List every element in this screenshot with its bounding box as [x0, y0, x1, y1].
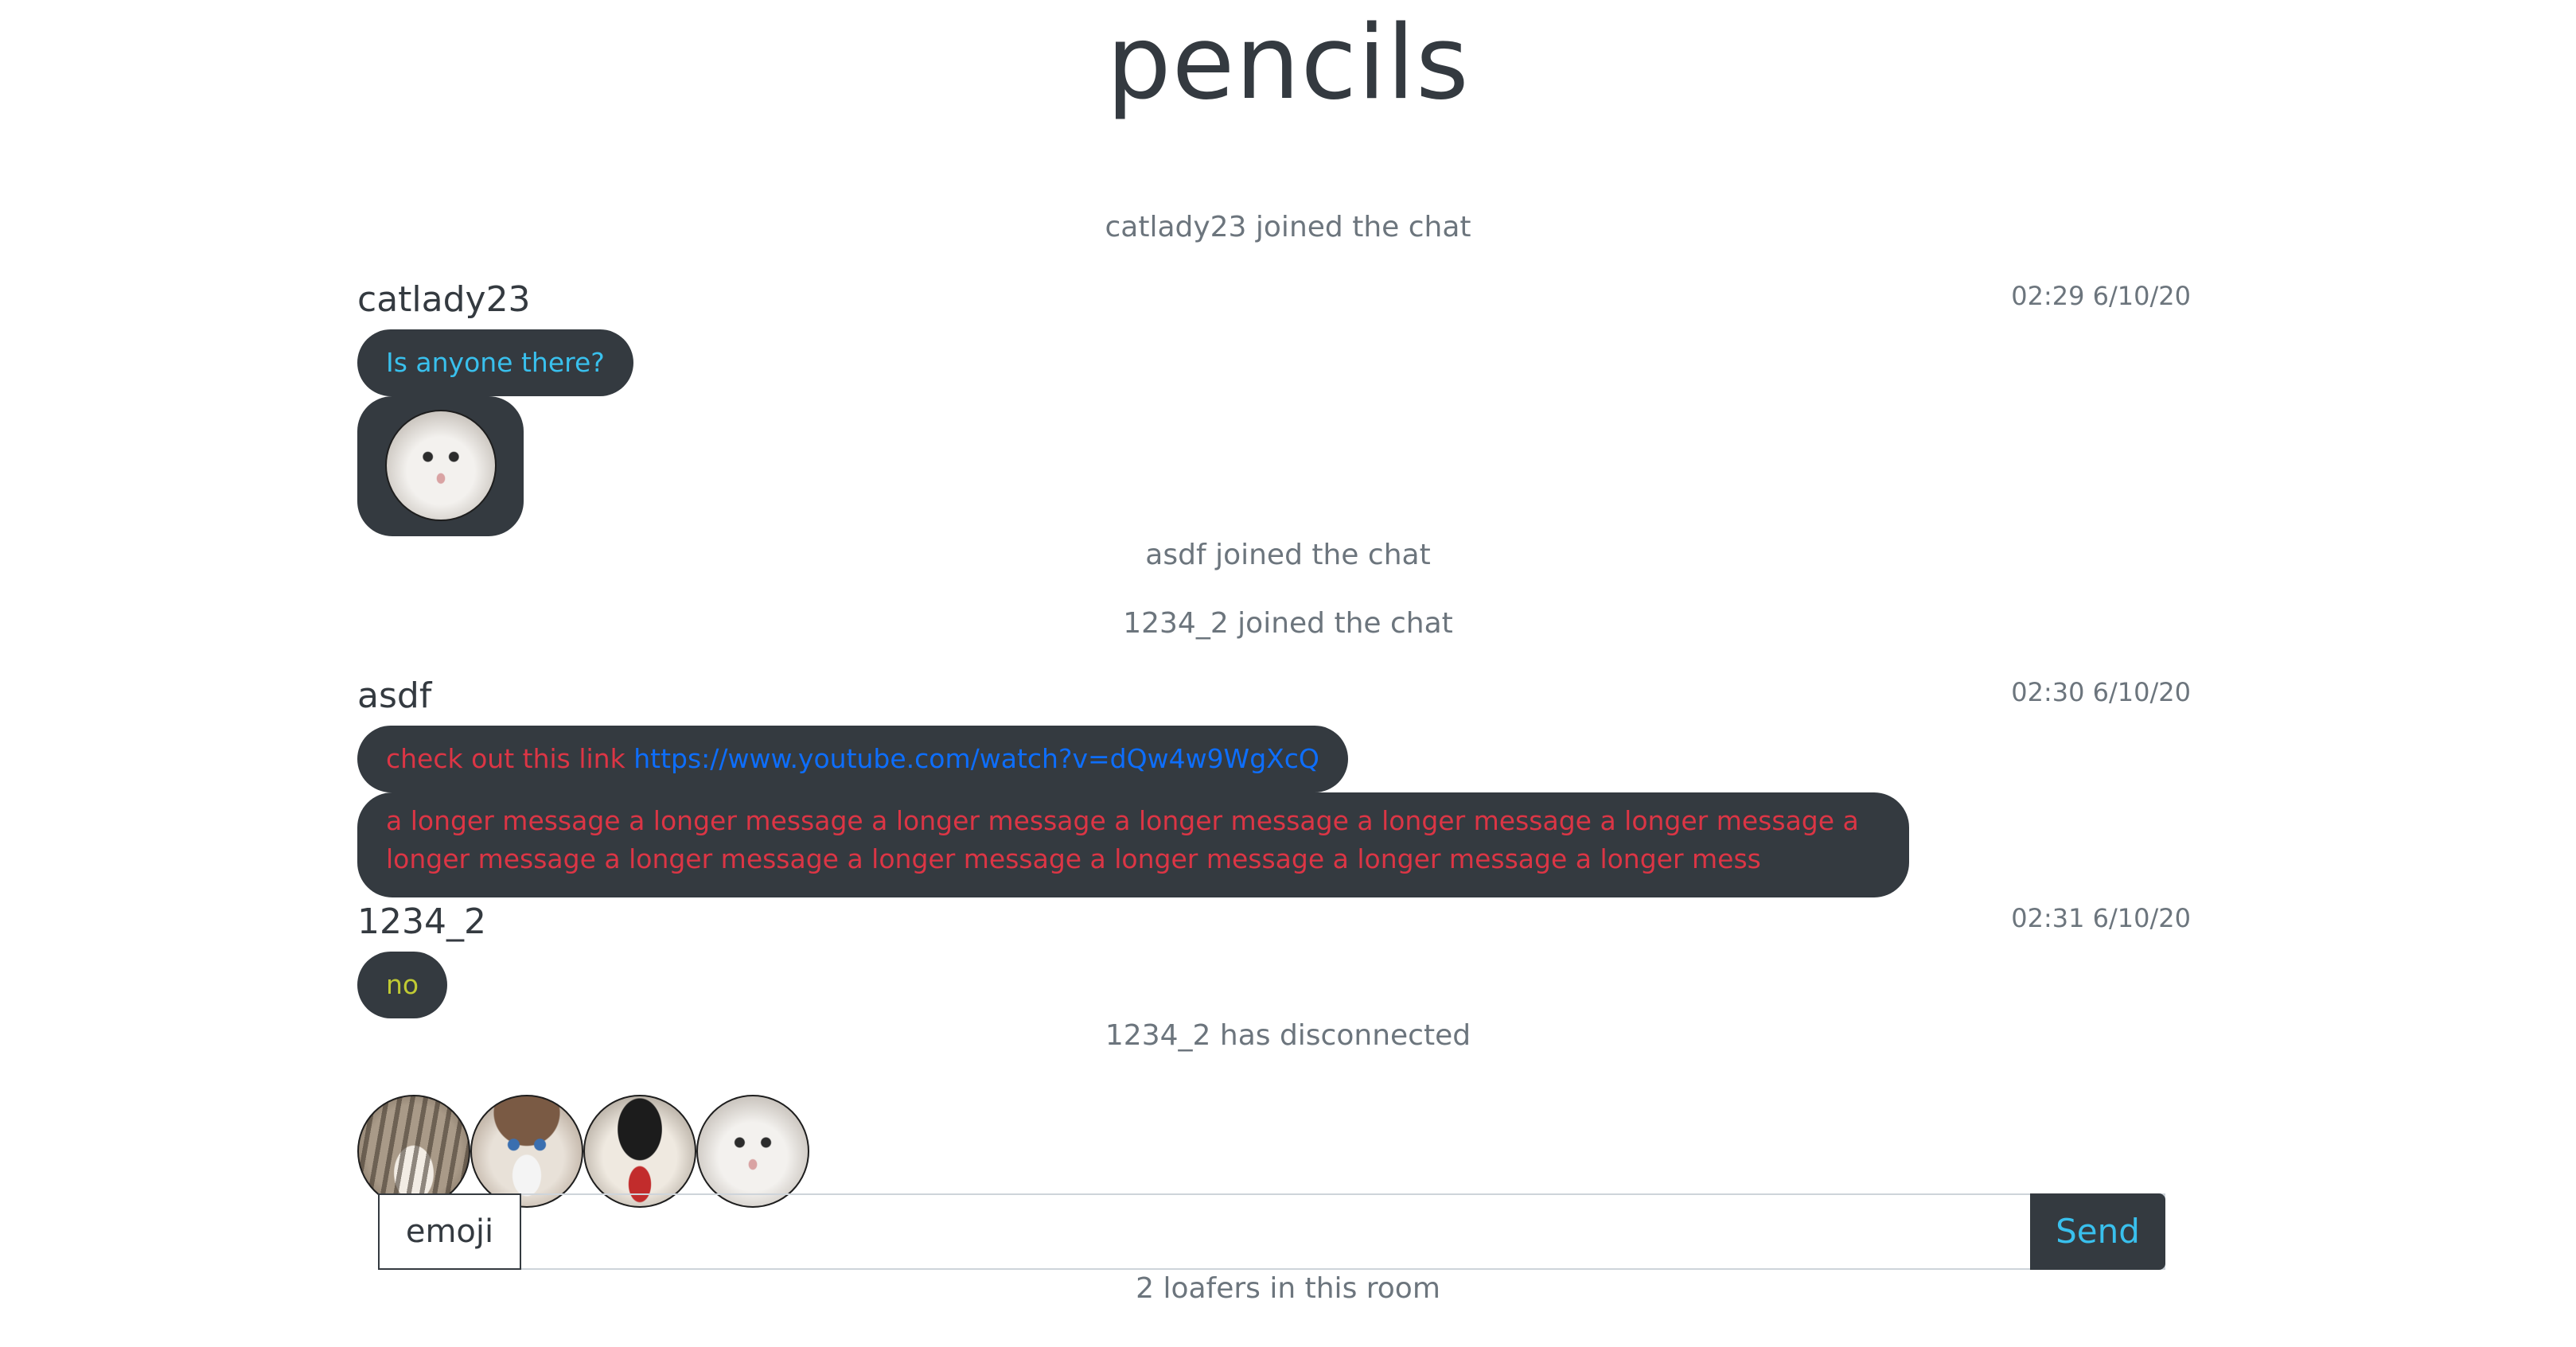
emoji-button[interactable]: emoji — [378, 1193, 521, 1270]
message-username: 1234_2 — [357, 901, 486, 942]
message-link[interactable]: https://www.youtube.com/watch?v=dQw4w9Wg… — [633, 743, 1319, 774]
send-button[interactable]: Send — [2030, 1193, 2165, 1270]
grumpy-cat-emoji-icon[interactable] — [470, 1095, 583, 1208]
message-timestamp: 02:29 6/10/20 — [2011, 281, 2191, 311]
system-message: 1234_2 has disconnected — [1105, 1019, 1471, 1052]
system-message: 1234_2 joined the chat — [1123, 607, 1453, 640]
happy-cat-emoji-icon[interactable] — [357, 1095, 470, 1208]
message-text: check out this link — [386, 743, 625, 774]
message-username: catlady23 — [357, 279, 531, 320]
message-username: asdf — [357, 675, 432, 716]
message-timestamp: 02:30 6/10/20 — [2011, 677, 2191, 707]
image-message-bubble — [357, 396, 524, 536]
message-input[interactable] — [522, 1195, 2028, 1268]
message-text: no — [386, 969, 419, 1000]
screaming-cat-emoji-icon[interactable] — [583, 1095, 696, 1208]
message-bubble: no — [357, 952, 448, 1018]
page-title: pencils — [1106, 4, 1470, 123]
room-occupancy-count: 2 loafers in this room — [1136, 1272, 1440, 1305]
system-message: catlady23 joined the chat — [1105, 211, 1471, 243]
system-message: asdf joined the chat — [1145, 539, 1431, 571]
message-bubble: check out this link https://www.youtube.… — [357, 726, 1348, 792]
message-timestamp: 02:31 6/10/20 — [2011, 903, 2191, 933]
message-text: Is anyone there? — [386, 347, 605, 378]
message-bubble: Is anyone there? — [357, 329, 633, 396]
message-bubble: a longer message a longer message a long… — [357, 792, 1909, 897]
sad-cat-emoji-icon — [385, 410, 497, 521]
sad-cat-emoji-icon[interactable] — [696, 1095, 809, 1208]
message-text: a longer message a longer message a long… — [386, 805, 1859, 874]
